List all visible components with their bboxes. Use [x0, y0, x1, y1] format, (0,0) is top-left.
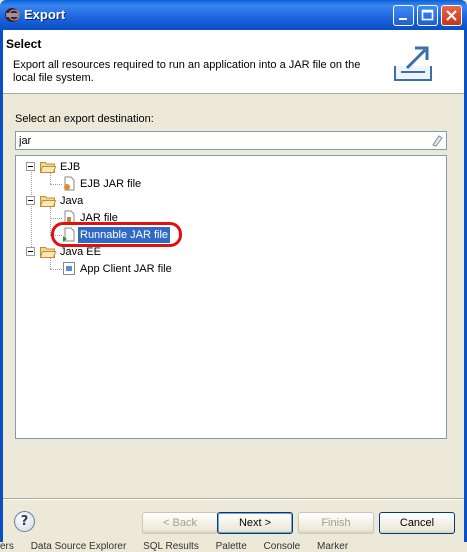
- tree-connector: [50, 173, 51, 184]
- ejb-jar-icon: [64, 176, 75, 191]
- tree-connector: [31, 170, 32, 255]
- title-bar[interactable]: Export: [0, 0, 467, 30]
- folder-open-icon: [40, 162, 56, 173]
- maximize-button[interactable]: [417, 5, 438, 26]
- back-button[interactable]: < Back: [142, 512, 218, 534]
- clear-filter-icon[interactable]: [430, 134, 443, 147]
- close-icon: [446, 10, 457, 21]
- window-title: Export: [24, 7, 66, 22]
- page-description: Export all resources required to run an …: [13, 59, 361, 84]
- view-tab[interactable]: Palette: [216, 542, 247, 552]
- destination-tree[interactable]: EJB EJB JAR file Java JAR file Runnable …: [15, 155, 447, 439]
- minimize-icon: [399, 18, 407, 20]
- eclipse-icon: [5, 8, 20, 22]
- minimize-button[interactable]: [393, 5, 414, 26]
- folder-open-icon: [40, 247, 56, 258]
- tree-item-label: App Client JAR file: [80, 263, 172, 275]
- maximize-icon: [421, 9, 434, 21]
- tree-item-label: EJB JAR file: [80, 178, 142, 190]
- folder-open-icon: [40, 196, 56, 207]
- cancel-button[interactable]: Cancel: [379, 512, 455, 534]
- tree-group-label: EJB: [60, 161, 81, 173]
- collapse-toggle[interactable]: [26, 196, 35, 205]
- tree-connector: [50, 258, 51, 269]
- wizard-header: Select Export all resources required to …: [3, 30, 464, 94]
- tree-connector: [50, 269, 62, 270]
- tree-connector: [50, 184, 62, 185]
- page-title: Select: [6, 37, 42, 51]
- close-button[interactable]: [441, 5, 462, 26]
- view-tab[interactable]: Marker: [317, 542, 348, 552]
- view-tab[interactable]: Data Source Explorer: [31, 542, 127, 552]
- filter-field[interactable]: [15, 131, 447, 150]
- collapse-toggle[interactable]: [26, 247, 35, 256]
- app-client-jar-icon: [63, 262, 75, 275]
- button-bar-separator: [3, 498, 464, 500]
- destination-label: Select an export destination:: [15, 113, 154, 125]
- tree-group-label: Java: [60, 195, 84, 207]
- view-tab[interactable]: Console: [264, 542, 301, 552]
- tree-connector: [50, 218, 62, 219]
- export-wizard-icon: [394, 46, 432, 81]
- collapse-toggle[interactable]: [26, 162, 35, 171]
- view-tab[interactable]: ers: [0, 542, 14, 552]
- help-icon[interactable]: ?: [14, 511, 35, 532]
- next-button[interactable]: Next >: [217, 512, 293, 534]
- view-tab[interactable]: SQL Results: [143, 542, 199, 552]
- red-highlight-ring: [51, 222, 182, 247]
- finish-button[interactable]: Finish: [298, 512, 374, 534]
- background-view-tabs: ers Data Source Explorer SQL Results Pal…: [0, 542, 467, 552]
- window-frame-left: [0, 30, 3, 552]
- filter-input[interactable]: [19, 133, 419, 148]
